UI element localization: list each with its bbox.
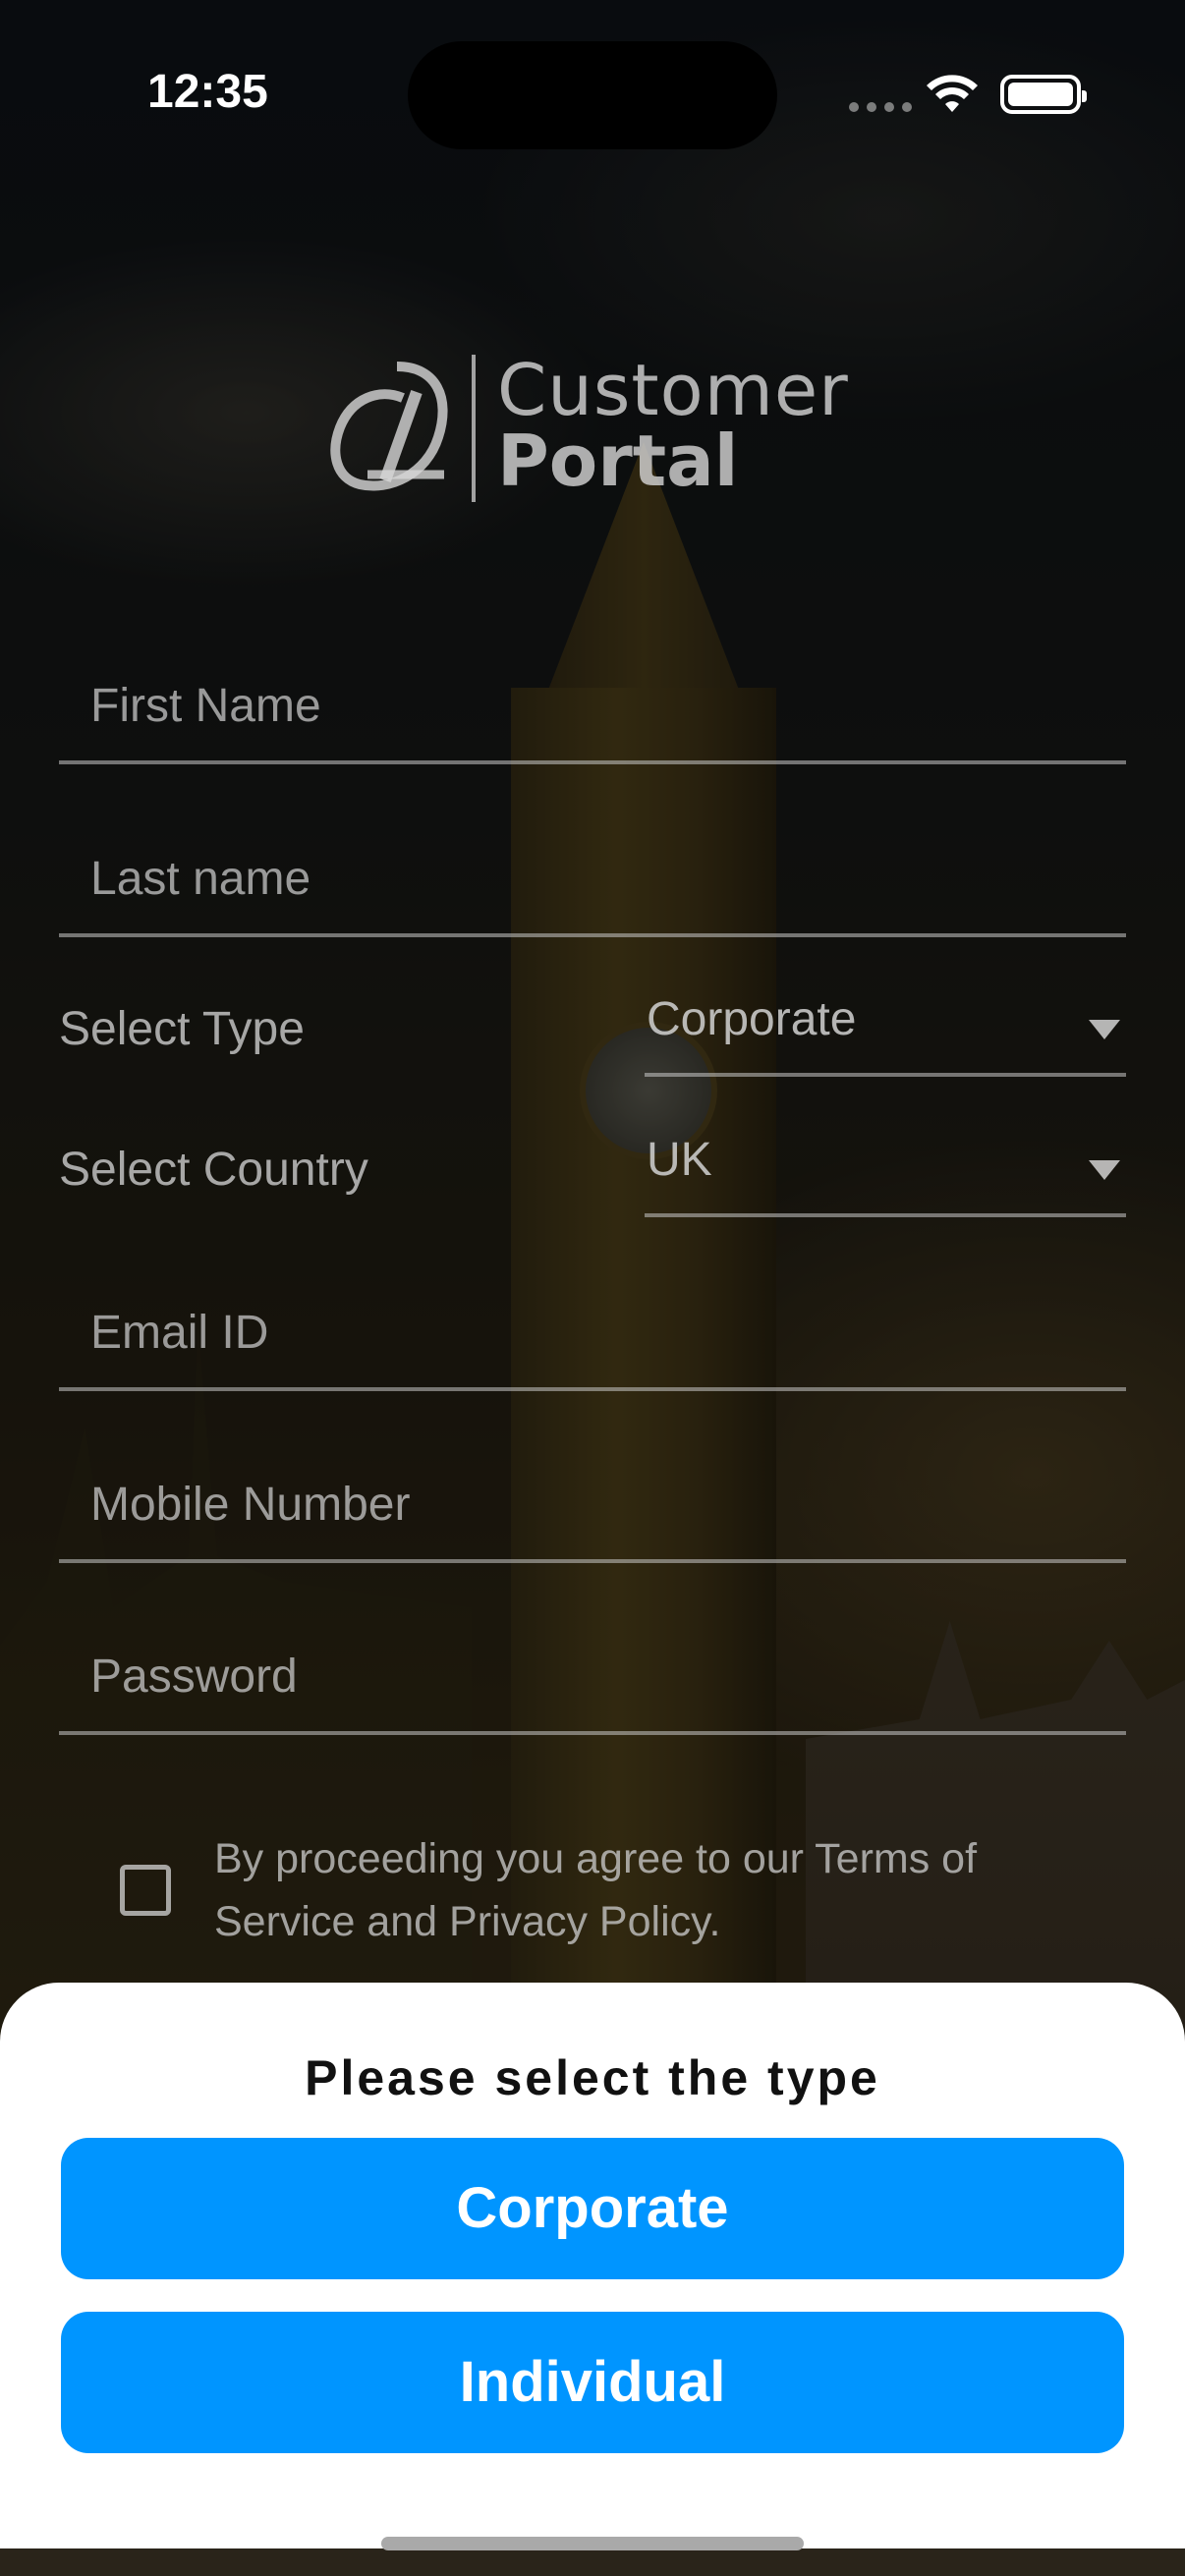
first-name-field[interactable] (59, 646, 1126, 764)
battery-icon (1000, 75, 1087, 114)
dropdown-caret-icon (1089, 1020, 1120, 1039)
cellular-signal-icon (849, 102, 912, 112)
select-type-sheet: Please select the type Corporate Individ… (0, 1983, 1185, 2548)
mobile-number-input[interactable] (90, 1478, 1073, 1532)
terms-checkbox[interactable] (120, 1865, 171, 1916)
individual-option-button[interactable]: Individual (61, 2312, 1124, 2453)
email-input[interactable] (90, 1306, 1073, 1360)
dropdown-caret-icon (1089, 1160, 1120, 1180)
select-type-label: Select Type (59, 1003, 305, 1055)
country-dropdown-value: UK (647, 1134, 712, 1186)
background-peek (0, 2548, 1185, 2576)
type-dropdown-value: Corporate (647, 993, 857, 1045)
mobile-number-field[interactable] (59, 1445, 1126, 1563)
last-name-input[interactable] (90, 852, 1073, 906)
terms-text: By proceeding you agree to our Terms of … (214, 1835, 978, 1945)
wifi-icon (927, 75, 978, 112)
logo-text-portal: Portal (497, 420, 739, 502)
email-field[interactable] (59, 1273, 1126, 1391)
select-country-label: Select Country (59, 1144, 368, 1196)
first-name-input[interactable] (90, 679, 1073, 733)
logo-divider (472, 355, 476, 502)
customer-portal-logo: Customer Portal (328, 349, 859, 506)
corporate-option-button[interactable]: Corporate (61, 2138, 1124, 2279)
type-dropdown[interactable]: Corporate (645, 979, 1126, 1077)
password-field[interactable] (59, 1617, 1126, 1735)
country-dropdown[interactable]: UK (645, 1119, 1126, 1217)
sheet-title: Please select the type (305, 2050, 880, 2105)
last-name-field[interactable] (59, 819, 1126, 937)
logo-mark-icon (330, 362, 448, 491)
dynamic-island (408, 41, 777, 149)
terms-agreement: By proceeding you agree to our Terms of … (120, 1827, 1083, 1965)
status-time: 12:35 (147, 66, 268, 118)
password-input[interactable] (90, 1650, 1073, 1704)
home-indicator[interactable] (381, 2537, 804, 2550)
